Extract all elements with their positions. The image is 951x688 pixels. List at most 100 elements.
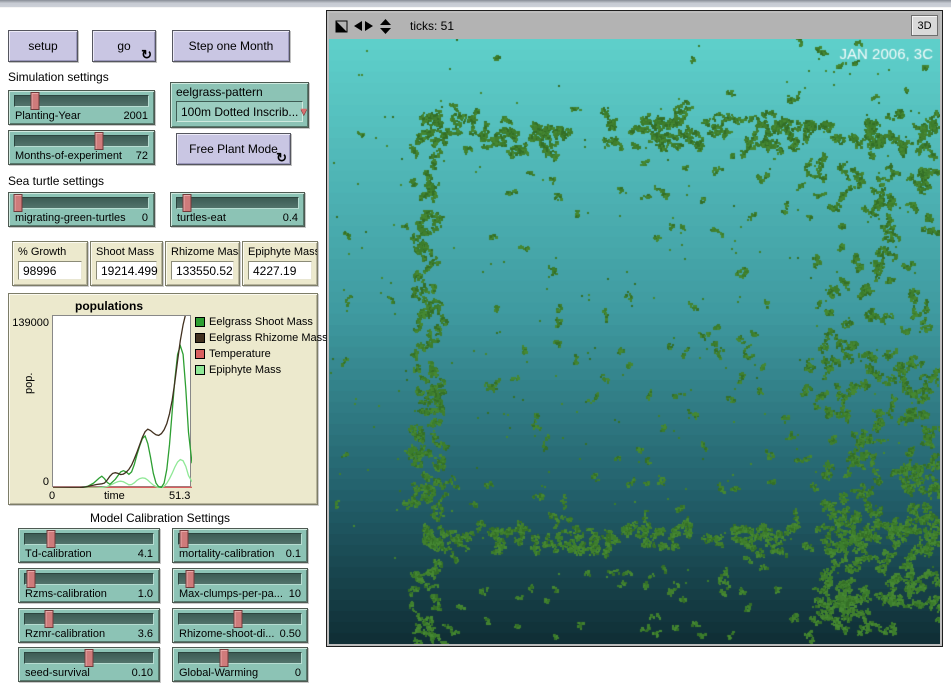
go-button-label: go — [117, 39, 130, 53]
setup-button-label: setup — [28, 39, 57, 53]
window-top-strip — [0, 0, 951, 8]
forever-icon: ↻ — [141, 48, 152, 61]
slider-value: 0.50 — [280, 628, 301, 640]
slider-handle[interactable] — [179, 530, 188, 548]
slider-rhizome-shoot-di[interactable]: Rhizome-shoot-di... 0.50 — [172, 608, 308, 643]
view-3d-button[interactable]: 3D — [911, 15, 938, 36]
slider-handle[interactable] — [30, 92, 39, 110]
slider-track[interactable] — [178, 573, 302, 585]
plot-y-axis-label: pop. — [23, 373, 35, 394]
slider-value: 0 — [142, 212, 148, 224]
view-size-icon[interactable] — [335, 20, 348, 33]
slider-label: Months-of-experiment — [15, 150, 122, 162]
slider-rzms-calibration[interactable]: Rzms-calibration1.0 — [18, 568, 160, 603]
plot-ymax-label: 139000 — [9, 317, 49, 329]
setup-button[interactable]: setup — [8, 30, 78, 62]
model-calibration-settings-label: Model Calibration Settings — [0, 511, 320, 525]
slider-value: 10 — [289, 588, 301, 600]
chooser-label: eelgrass-pattern — [176, 85, 303, 99]
slider-rzmr-calibration[interactable]: Rzmr-calibration3.6 — [18, 608, 160, 643]
plot-canvas — [52, 315, 191, 487]
slider-track[interactable] — [14, 197, 149, 209]
monitor-label: Rhizome Mass — [171, 246, 234, 258]
legend-swatch — [195, 349, 205, 359]
horizontal-arrows-icon[interactable] — [354, 20, 373, 32]
chooser-selected-value: 100m Dotted Inscrib... — [181, 105, 298, 119]
slider-track[interactable] — [24, 613, 154, 625]
slider-migrating-green-turtles[interactable]: migrating-green-turtles 0 — [8, 192, 155, 227]
step-button-label: Step one Month — [189, 39, 274, 53]
plot-x0-label: 0 — [49, 490, 55, 502]
slider-track[interactable] — [24, 573, 154, 585]
slider-turtles-eat[interactable]: turtles-eat0.4 — [170, 192, 305, 227]
legend-label: Eelgrass Rhizome Mass — [209, 332, 328, 344]
go-button[interactable]: go ↻ — [92, 30, 156, 62]
slider-handle[interactable] — [13, 194, 22, 212]
legend-swatch — [195, 317, 205, 327]
monitor-epiphyte-mass: Epiphyte Mass4227.19 — [242, 241, 318, 286]
world-view-canvas[interactable] — [329, 39, 940, 644]
slider-track[interactable] — [24, 533, 154, 545]
step-one-month-button[interactable]: Step one Month — [172, 30, 290, 62]
slider-track[interactable] — [14, 135, 149, 147]
app-window: { "buttons": { "setup": "setup", "go": "… — [0, 0, 951, 688]
slider-track[interactable] — [14, 95, 149, 107]
slider-global-warming[interactable]: Global-Warming0 — [172, 647, 308, 682]
slider-value: 0.10 — [132, 667, 153, 679]
slider-td-calibration[interactable]: Td-calibration 4.1 — [18, 528, 160, 563]
monitor-label: % Growth — [18, 246, 82, 258]
slider-seed-survival[interactable]: seed-survival0.10 — [18, 647, 160, 682]
slider-value: 0.4 — [283, 212, 298, 224]
slider-value: 2001 — [124, 110, 148, 122]
plot-xmax-label: 51.3 — [169, 490, 190, 502]
slider-track[interactable] — [24, 652, 154, 664]
slider-handle[interactable] — [46, 530, 55, 548]
slider-mortality-calibration[interactable]: mortality-calibration0.1 — [172, 528, 308, 563]
plot-title: populations — [9, 299, 209, 313]
legend-label: Eelgrass Shoot Mass — [209, 316, 313, 328]
world-view-widget: ticks: 51 3D — [326, 10, 943, 647]
monitor-shoot-mass: Shoot Mass19214.499 — [90, 241, 163, 286]
slider-label: migrating-green-turtles — [15, 212, 126, 224]
slider-months-of-experiment[interactable]: Months-of-experiment72 — [8, 130, 155, 165]
ticks-counter: ticks: 51 — [410, 19, 454, 33]
legend-label: Epiphyte Mass — [209, 364, 281, 376]
slider-track[interactable] — [178, 613, 302, 625]
legend-swatch — [195, 365, 205, 375]
slider-handle[interactable] — [94, 132, 103, 150]
monitor-value: 133550.52 — [171, 261, 234, 280]
slider-label: Td-calibration — [25, 548, 92, 560]
slider-handle[interactable] — [233, 610, 242, 628]
eelgrass-pattern-chooser[interactable]: eelgrass-pattern 100m Dotted Inscrib... … — [170, 82, 309, 128]
slider-handle[interactable] — [27, 570, 36, 588]
simulation-settings-label: Simulation settings — [8, 70, 109, 84]
slider-value: 3.6 — [138, 628, 153, 640]
vertical-arrows-icon[interactable] — [379, 19, 392, 34]
plot-ymin-label: 0 — [9, 476, 49, 488]
legend-item-epiphyte-mass: Epiphyte Mass — [195, 362, 328, 378]
slider-handle[interactable] — [85, 649, 94, 667]
legend-item-eelgrass-shoot-mass: Eelgrass Shoot Mass — [195, 314, 328, 330]
forever-icon: ↻ — [276, 151, 287, 164]
slider-track[interactable] — [178, 533, 302, 545]
slider-label: Max-clumps-per-pa... — [179, 588, 283, 600]
chooser-dropdown[interactable]: 100m Dotted Inscrib... ▼ — [176, 101, 303, 122]
slider-handle[interactable] — [185, 570, 194, 588]
monitor-value: 98996 — [18, 261, 82, 280]
plot-legend: Eelgrass Shoot Mass Eelgrass Rhizome Mass… — [195, 314, 328, 378]
legend-swatch — [195, 333, 205, 343]
sea-turtle-settings-label: Sea turtle settings — [8, 174, 104, 188]
slider-planting-year[interactable]: Planting-Year2001 — [8, 90, 155, 125]
populations-plot: populations 139000 0 pop. 0 time 51.3 Ee… — [8, 293, 318, 505]
slider-max-clumps-per-pa[interactable]: Max-clumps-per-pa... 10 — [172, 568, 308, 603]
slider-handle[interactable] — [45, 610, 54, 628]
free-plant-mode-button[interactable]: Free Plant Mode ↻ — [176, 133, 291, 165]
slider-label: Rhizome-shoot-di... — [179, 628, 274, 640]
slider-value: 4.1 — [138, 548, 153, 560]
slider-track[interactable] — [176, 197, 299, 209]
world-view-header: ticks: 51 3D — [329, 13, 940, 39]
slider-track[interactable] — [178, 652, 302, 664]
slider-handle[interactable] — [182, 194, 191, 212]
slider-handle[interactable] — [220, 649, 229, 667]
slider-label: Global-Warming — [179, 667, 258, 679]
